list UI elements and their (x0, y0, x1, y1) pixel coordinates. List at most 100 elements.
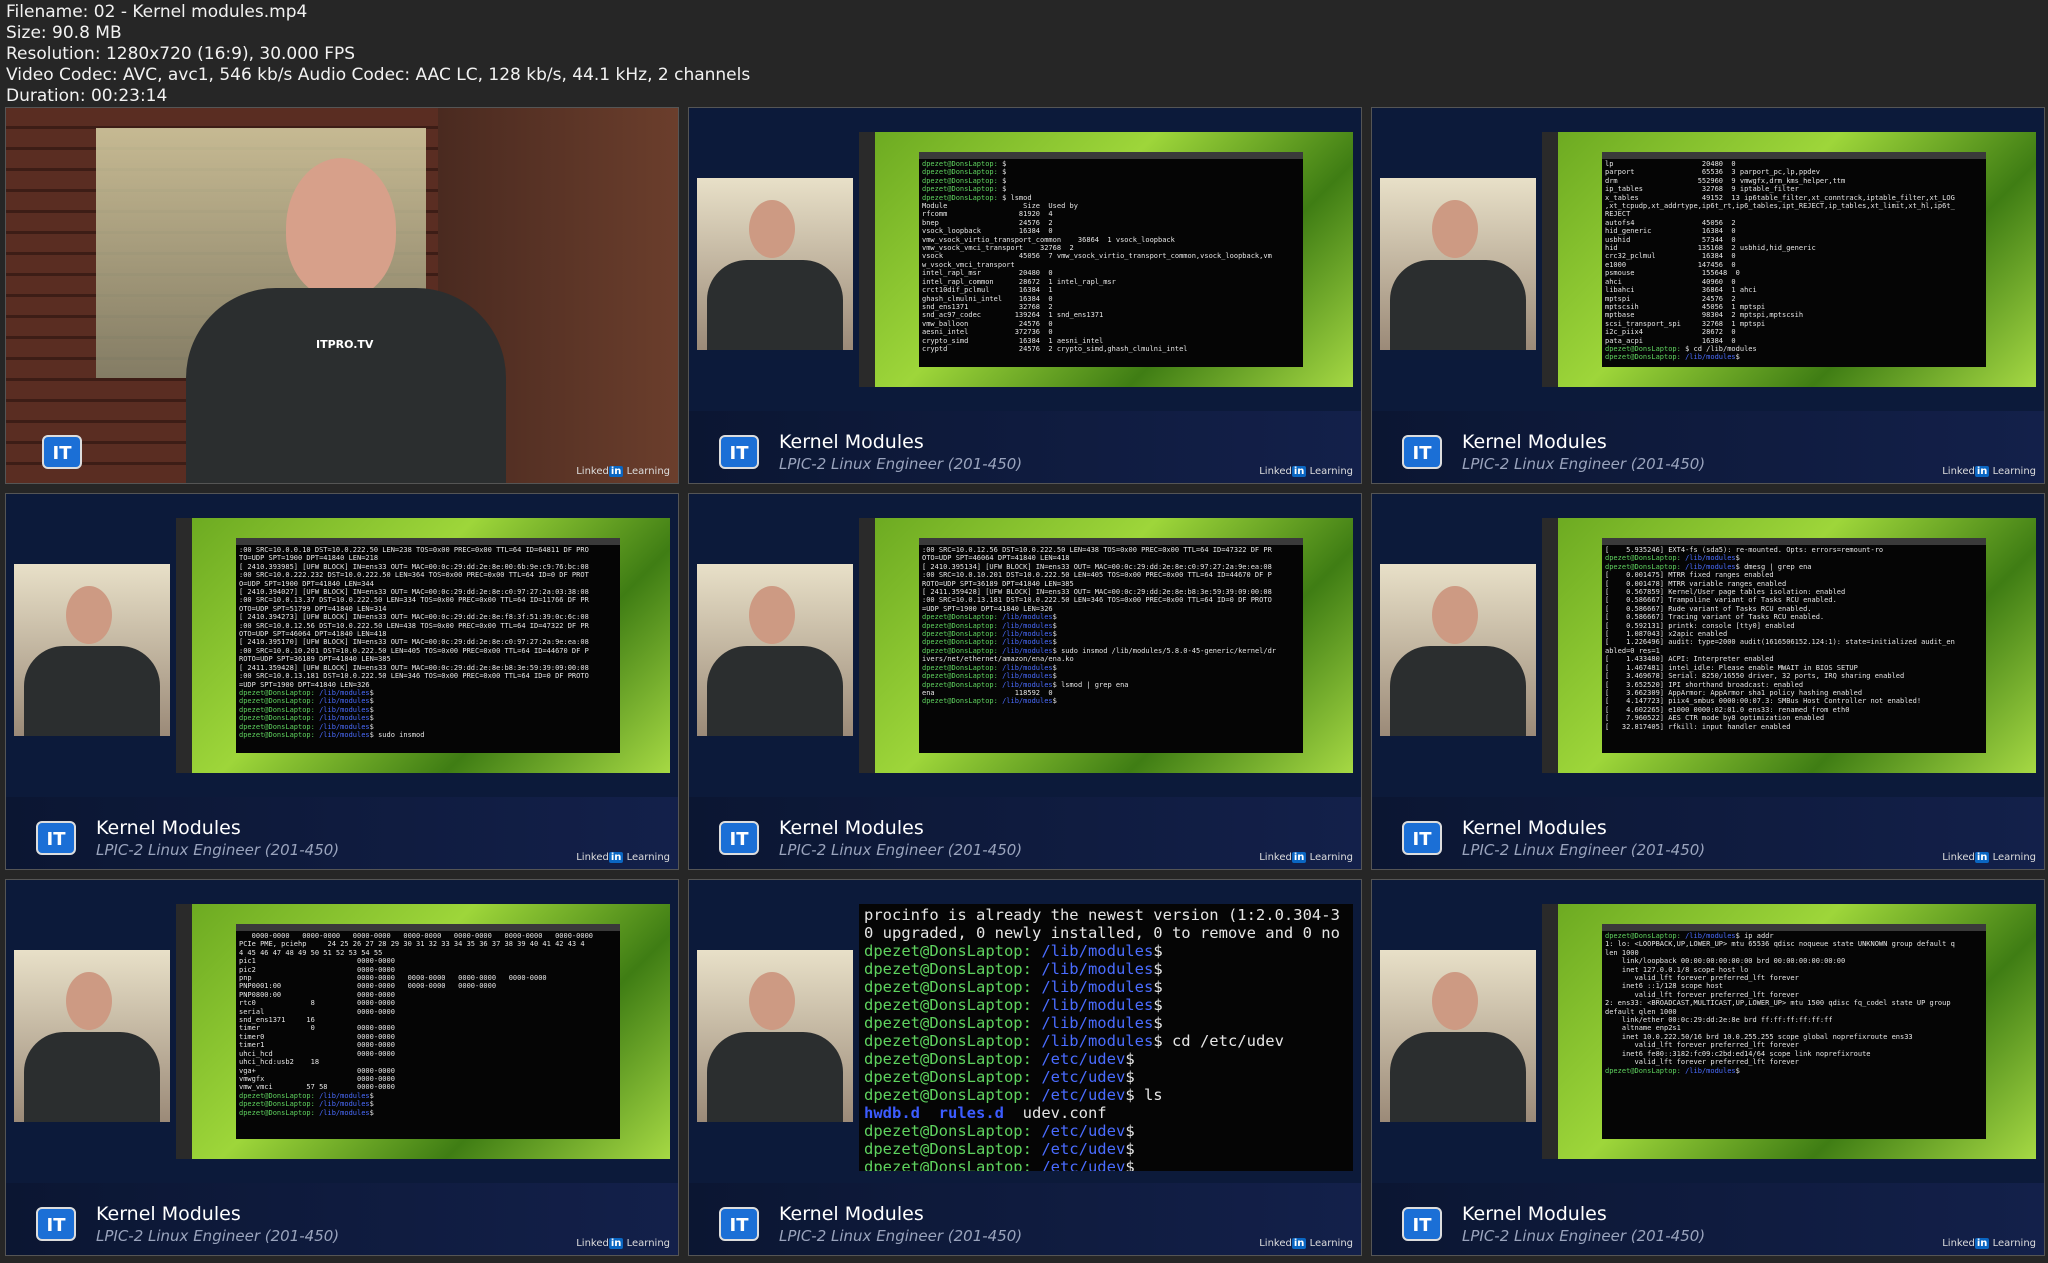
terminal-line: valid_lft forever preferred_lft forever (1605, 1058, 1799, 1067)
terminal-line: dpezet@DonsLaptop: /lib/modules$ (239, 697, 374, 706)
linkedin-learning-logo: Linked in Learning (576, 852, 670, 863)
video-thumbnail[interactable]: lp 20480 0 parport 65536 3 parport_pc,lp,… (1371, 107, 2045, 484)
desktop-wallpaper: lp 20480 0 parport 65536 3 parport_pc,lp,… (1542, 132, 2036, 387)
terminal-window[interactable]: 0000-0000 0000-0000 0000-0000 0000-0000 … (236, 924, 620, 1139)
terminal-window[interactable]: [ 5.935246] EXT4-fs (sda5): re-mounted. … (1602, 538, 1986, 753)
terminal-line: PNP0800:00 0000-0000 (239, 990, 395, 999)
thumbnail-grid: ITPRO.TV IT Linked in Learning dpezet@DonsLa… (5, 107, 2045, 1259)
terminal-line: pic2 0000-0000 (239, 965, 395, 974)
terminal-line: dpezet@DonsLaptop: /lib/modules$ (922, 638, 1057, 647)
itpro-logo-icon: IT (1402, 435, 1442, 469)
terminal-line: mptspi 24576 2 (1605, 294, 1736, 303)
desktop-wallpaper: :00 SRC=10.0.0.10 DST=10.0.222.50 LEN=23… (176, 518, 670, 773)
terminal-line: [ 2410.394027] [UFW BLOCK] IN=ens33 OUT=… (239, 588, 589, 597)
course-title: Kernel Modules (779, 431, 924, 453)
video-thumbnail[interactable]: dpezet@DonsLaptop: $ dpezet@DonsLaptop: $… (688, 107, 1362, 484)
terminal-line: crct10dif_pclmul 16384 1 (922, 286, 1053, 295)
terminal-line: [ 2410.395170] [UFW BLOCK] IN=ens33 OUT=… (239, 638, 589, 647)
dock-bar (176, 518, 192, 773)
terminal-line: dpezet@DonsLaptop: /etc/udev$ ls (864, 1086, 1163, 1104)
terminal-line: :00 SRC=10.0.10.201 DST=10.0.222.50 LEN=… (922, 571, 1272, 580)
terminal-line: dpezet@DonsLaptop: $ (922, 168, 1007, 177)
video-thumbnail[interactable]: procinfo is already the newest version (… (688, 879, 1362, 1256)
terminal-line: lp 20480 0 (1605, 160, 1736, 168)
terminal-line: dpezet@DonsLaptop: /lib/modules$ (922, 613, 1057, 622)
desktop-wallpaper: 0000-0000 0000-0000 0000-0000 0000-0000 … (176, 904, 670, 1159)
terminal-line: OTO=UDP SPT=46064 DPT=41840 LEN=418 (239, 630, 387, 639)
presenter-head (1432, 972, 1478, 1030)
terminal-line: rfcomm 81920 4 (922, 210, 1053, 219)
presenter-torso: ITPRO.TV (186, 288, 506, 483)
terminal-line: dpezet@DonsLaptop: /etc/udev$ (864, 1068, 1135, 1086)
terminal-line: [ 2410.395134] [UFW BLOCK] IN=ens33 OUT=… (922, 562, 1272, 571)
terminal-line: ena 118592 0 (922, 688, 1053, 697)
terminal-line: dpezet@DonsLaptop: /lib/modules$ (864, 1014, 1163, 1032)
terminal-line: [ 32.817405] rfkill: input handler enabl… (1605, 722, 1791, 731)
dock-bar (1542, 904, 1558, 1159)
terminal-window[interactable]: dpezet@DonsLaptop: $ dpezet@DonsLaptop: $… (919, 152, 1303, 367)
itpro-logo-icon: IT (719, 435, 759, 469)
video-thumbnail[interactable]: dpezet@DonsLaptop: /lib/modules$ ip addr… (1371, 879, 2045, 1256)
terminal-line: procinfo is already the newest version (… (864, 906, 1340, 924)
terminal-line: dpezet@DonsLaptop: /etc/udev$ (864, 1122, 1135, 1140)
terminal-line: dpezet@DonsLaptop: $ lsmod (922, 193, 1032, 202)
lower-third: IT Kernel Modules LPIC-2 Linux Engineer (2… (6, 1183, 678, 1255)
terminal-window[interactable]: :00 SRC=10.0.0.10 DST=10.0.222.50 LEN=23… (236, 538, 620, 753)
terminal-line: vmw_balloon 24576 0 (922, 319, 1053, 328)
video-thumbnail[interactable]: [ 5.935246] EXT4-fs (sda5): re-mounted. … (1371, 493, 2045, 870)
itpro-logo-icon: IT (719, 821, 759, 855)
video-thumbnail[interactable]: 0000-0000 0000-0000 0000-0000 0000-0000 … (5, 879, 679, 1256)
terminal-line: [ 3.469678] Serial: 8250/16550 driver, 3… (1605, 672, 1905, 681)
terminal-line: :00 SRC=10.0.13.181 DST=10.0.222.50 LEN=… (922, 596, 1272, 605)
terminal-line: snd_ac97_codec 139264 1 snd_ens1371 (922, 311, 1104, 320)
terminal-line: dpezet@DonsLaptop: $ cd /lib/modules (1605, 344, 1757, 353)
course-subtitle: LPIC-2 Linux Engineer (201-450) (779, 841, 1023, 859)
linkedin-learning-logo: Linked in Learning (576, 466, 670, 477)
terminal-line: timer 0 0000-0000 (239, 1024, 395, 1033)
terminal-line: ip_tables 32768 9 iptable_filter (1605, 185, 1799, 194)
presenter-webcam (1380, 950, 1536, 1122)
presenter-head (1432, 586, 1478, 644)
terminal-line: [ 1.226496] audit: type=2000 audit(16165… (1605, 638, 1955, 647)
terminal-line: dpezet@DonsLaptop: /lib/modules$ (239, 1108, 374, 1117)
linkedin-learning-logo: Linked in Learning (576, 1238, 670, 1249)
presenter-torso (707, 260, 843, 350)
terminal-line: snd_ens1371 32768 2 (922, 302, 1053, 311)
terminal-line: dpezet@DonsLaptop: /lib/modules$ sudo in… (239, 730, 425, 739)
terminal-line: mptbase 98304 2 mptspi,mptscsih (1605, 311, 1804, 320)
terminal-line: timer0 0000-0000 (239, 1032, 395, 1041)
terminal-line: vmwgfx 0000-0000 (239, 1074, 395, 1083)
terminal-line: link/loopback 00:00:00:00:00:00 brd 00:0… (1605, 957, 1846, 966)
video-thumbnail[interactable]: :00 SRC=10.0.12.56 DST=10.0.222.50 LEN=4… (688, 493, 1362, 870)
video-thumbnail[interactable]: :00 SRC=10.0.0.10 DST=10.0.222.50 LEN=23… (5, 493, 679, 870)
terminal-line: ,xt_tcpudp,xt_addrtype,ip6t_rt,ip6_table… (1605, 202, 1955, 211)
video-thumbnail[interactable]: ITPRO.TV IT Linked in Learning (5, 107, 679, 484)
presenter-webcam (697, 178, 853, 350)
meta-duration: Duration: 00:23:14 (6, 86, 168, 106)
terminal-line: REJECT (1605, 210, 1631, 219)
terminal-line: dpezet@DonsLaptop: /lib/modules$ (864, 996, 1163, 1014)
terminal-line: dpezet@DonsLaptop: /lib/modules$ (239, 1091, 374, 1100)
presenter-torso (24, 646, 160, 736)
terminal-line: dpezet@DonsLaptop: /lib/modules$ (239, 714, 374, 723)
course-title: Kernel Modules (779, 1203, 924, 1225)
terminal-line: dpezet@DonsLaptop: /lib/modules$ (1605, 1066, 1740, 1075)
course-title: Kernel Modules (1462, 1203, 1607, 1225)
presenter-head (1432, 200, 1478, 258)
terminal-line: 2: ens33: <BROADCAST,MULTICAST,UP,LOWER_… (1605, 999, 1951, 1008)
terminal-window[interactable]: dpezet@DonsLaptop: /lib/modules$ ip addr… (1602, 924, 1986, 1139)
course-subtitle: LPIC-2 Linux Engineer (201-450) (1462, 455, 1706, 473)
terminal-window[interactable]: procinfo is already the newest version (… (859, 904, 1353, 1171)
meta-size: Size: 90.8 MB (6, 23, 122, 43)
terminal-line: dpezet@DonsLaptop: /lib/modules$ (239, 1100, 374, 1109)
terminal-window[interactable]: lp 20480 0 parport 65536 3 parport_pc,lp,… (1602, 152, 1986, 367)
terminal-line: :00 SRC=10.0.12.56 DST=10.0.222.50 LEN=4… (239, 621, 589, 630)
terminal-line: PCIe PME, pciehp 24 25 26 27 28 29 30 31… (239, 940, 585, 949)
terminal-line: intel_rapl_common 28672 1 intel_rapl_msr (922, 277, 1116, 286)
terminal-line: OTO=UDP SPT=46064 DPT=41840 LEN=418 (922, 554, 1070, 563)
terminal-line: :00 SRC=10.0.10.201 DST=10.0.222.50 LEN=… (239, 646, 589, 655)
itpro-logo-icon: IT (1402, 1207, 1442, 1241)
terminal-window[interactable]: :00 SRC=10.0.12.56 DST=10.0.222.50 LEN=4… (919, 538, 1303, 753)
terminal-line: ivers/net/ethernet/amazon/ena/ena.ko (922, 655, 1074, 664)
desktop-wallpaper: procinfo is already the newest version (… (859, 904, 1353, 1171)
